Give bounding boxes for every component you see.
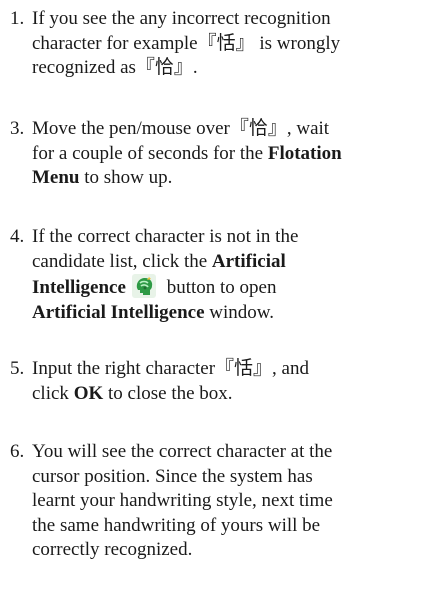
artificial-intelligence-icon xyxy=(131,274,156,298)
menu-name: Menu xyxy=(32,167,80,188)
step-text: Input the right character『恬』, and xyxy=(32,358,309,379)
step-text: If you see the any incorrect recognition xyxy=(32,8,331,29)
step-number: 6. xyxy=(10,441,25,462)
step-text: the same handwriting of yours will be xyxy=(32,514,321,536)
button-name: Intelligence xyxy=(32,277,126,298)
instruction-steps: 1. If you see the any incorrect recogniti… xyxy=(0,0,423,603)
step-text: to close the box. xyxy=(103,382,233,404)
step-number: 5. xyxy=(10,358,25,379)
step-3: 3. Move the pen/mouse over『恰』, wait for a… xyxy=(10,117,420,191)
step-6: 6. You will see the correct character at … xyxy=(10,440,420,563)
step-text: correctly recognized. xyxy=(32,539,193,560)
step-text: button to open xyxy=(161,277,277,298)
step-text: cursor position. Since the system has xyxy=(32,465,313,487)
step-text: window. xyxy=(204,302,275,323)
step-text: to show up. xyxy=(79,167,173,188)
step-text: candidate list, click the xyxy=(32,250,212,272)
step-1: 1. If you see the any incorrect recogniti… xyxy=(10,7,420,81)
button-name: Artificial xyxy=(211,250,286,272)
step-text: You will see the correct character at th… xyxy=(32,441,333,462)
step-5: 5. Input the right character『恬』, and clic… xyxy=(10,357,420,406)
step-number: 4. xyxy=(10,226,25,247)
step-text: If the correct character is not in the xyxy=(32,226,299,247)
window-name: Artificial Intelligence xyxy=(32,302,205,323)
step-text: Move the pen/mouse over『恰』, wait xyxy=(32,118,330,139)
menu-name: Flotation xyxy=(267,142,342,164)
button-name: OK xyxy=(73,382,104,404)
step-text: learnt your handwriting style, next time xyxy=(32,490,333,511)
step-number: 3. xyxy=(10,118,25,139)
step-text: click xyxy=(32,382,74,404)
step-number: 1. xyxy=(10,8,25,29)
step-4: 4. If the correct character is not in the… xyxy=(10,225,420,326)
step-text: character for example『恬』 is wrongly xyxy=(32,32,341,54)
step-text: recognized as『恰』. xyxy=(32,57,198,78)
step-text: for a couple of seconds for the xyxy=(32,142,268,164)
